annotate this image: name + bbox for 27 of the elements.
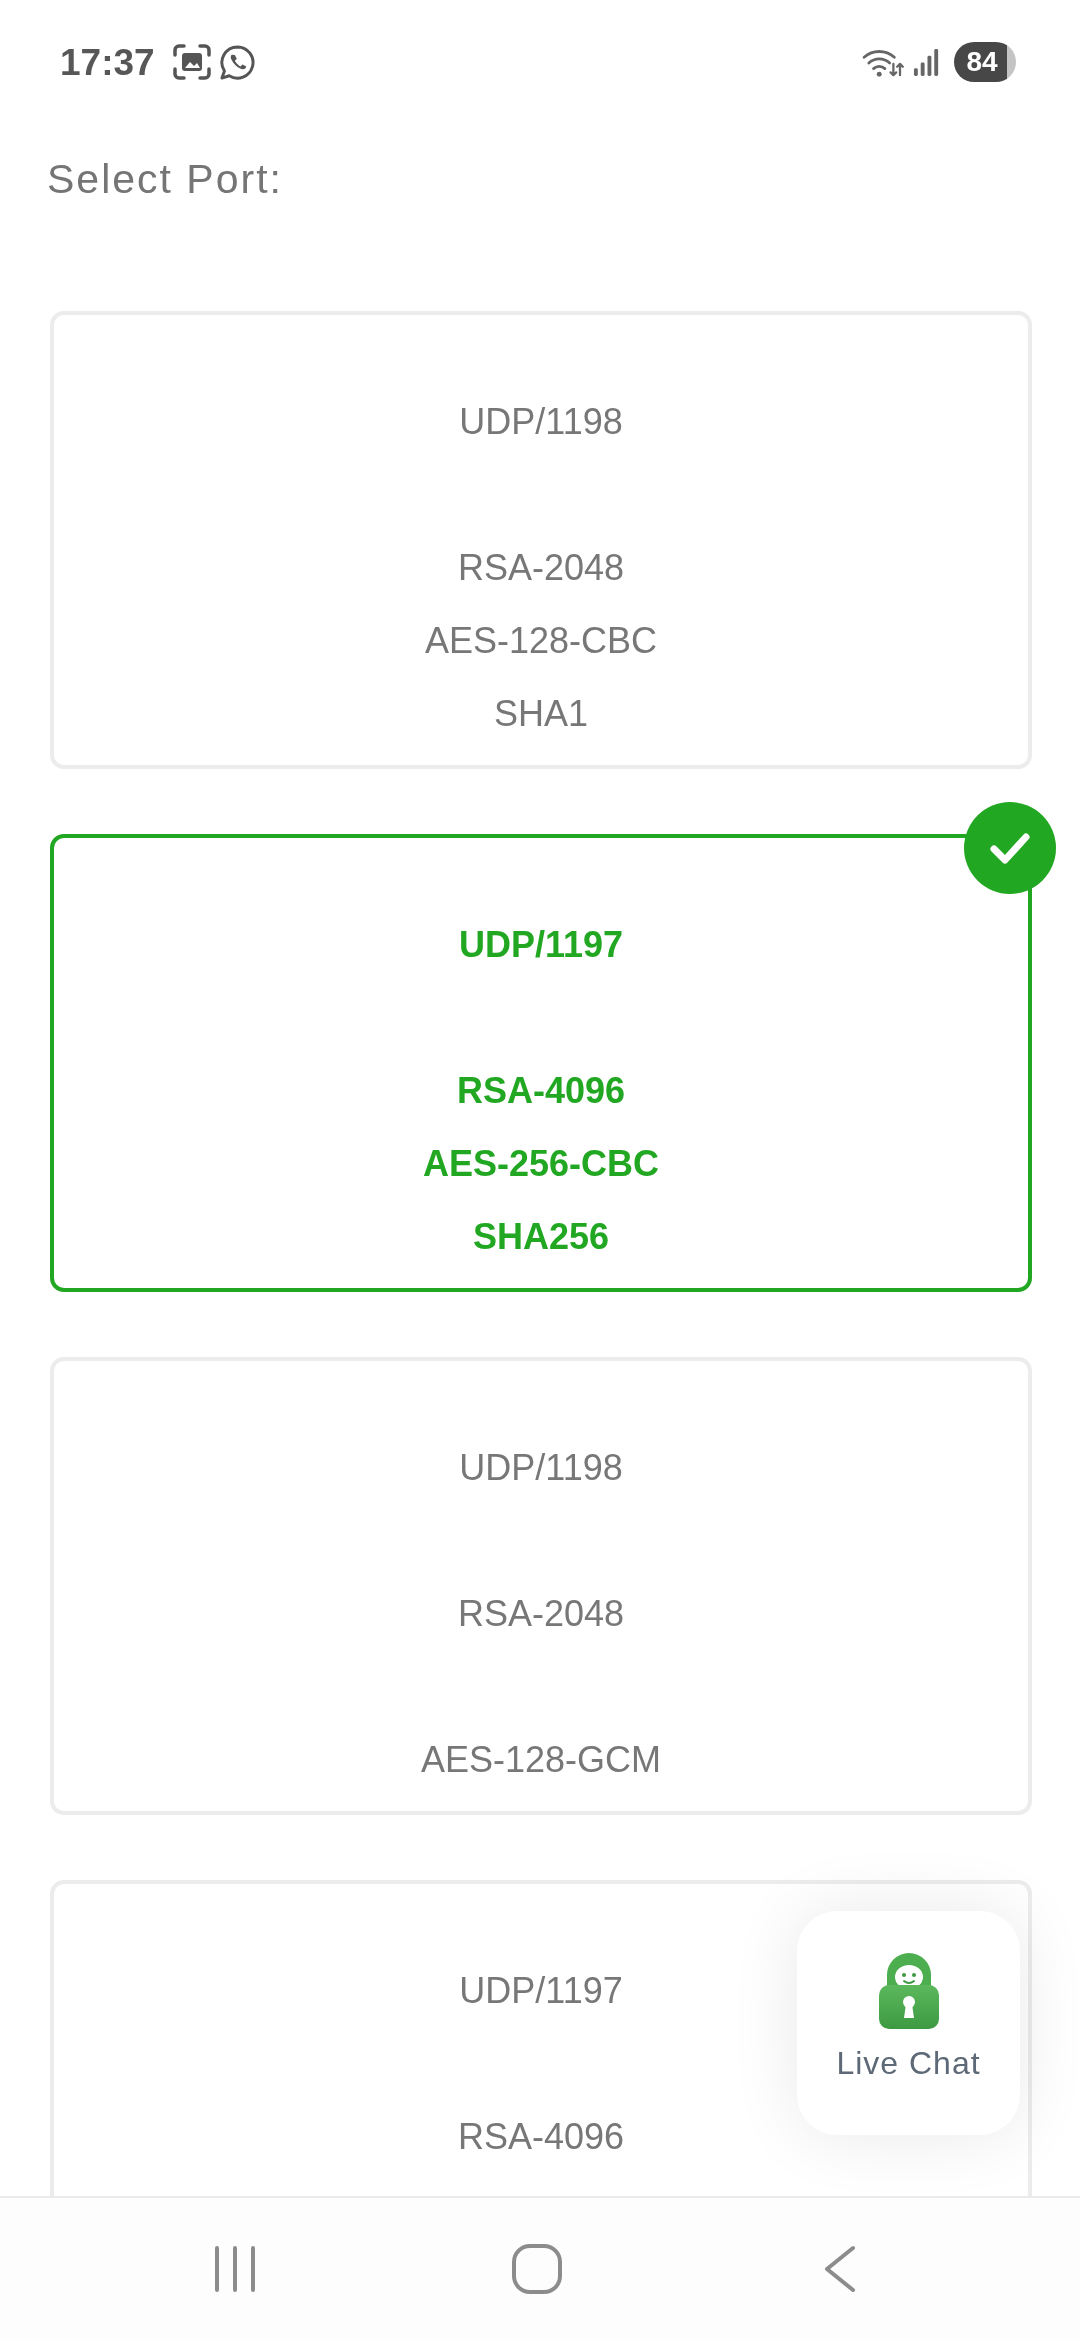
battery-indicator: 84	[954, 42, 1016, 82]
home-icon[interactable]	[512, 2244, 562, 2294]
port-label: UDP/1197	[459, 1969, 623, 2013]
detail-text: RSA-2048	[457, 1592, 625, 1636]
port-label: UDP/1198	[459, 400, 623, 444]
port-label: UDP/1198	[459, 1446, 623, 1490]
detail-text: AES-128-CBC	[424, 619, 658, 663]
detail-text: RSA-4096	[456, 1069, 626, 1113]
padlock-icon	[878, 1951, 939, 2029]
detail-text: RSA-2048	[457, 546, 625, 590]
phone-bubble-icon	[218, 43, 256, 81]
recent-apps-icon[interactable]	[214, 2245, 256, 2293]
port-option-card[interactable]: UDP/1198 RSA-2048 AES-128-CBC SHA1	[50, 311, 1032, 769]
detail-text: SHA256	[472, 1215, 610, 1259]
detail-text: RSA-4096	[457, 2115, 625, 2159]
back-icon[interactable]	[824, 2245, 856, 2293]
detail-text: AES-256-CBC	[422, 1142, 660, 1186]
scan-frame-icon	[172, 44, 211, 80]
port-label: UDP/1197	[458, 923, 624, 967]
detail-text: SHA1	[493, 692, 588, 736]
page-title: Select Port:	[47, 155, 283, 204]
port-option-card[interactable]: UDP/1198 RSA-2048 AES-128-GCM	[50, 1357, 1032, 1815]
status-time: 17:37	[60, 43, 155, 81]
live-chat-button[interactable]: Live Chat	[797, 1911, 1020, 2135]
detail-text: AES-128-GCM	[420, 1738, 662, 1782]
port-option-card[interactable]: UDP/1197 RSA-4096 AES-256-CBC SHA256	[50, 834, 1032, 1292]
check-icon	[964, 802, 1056, 894]
